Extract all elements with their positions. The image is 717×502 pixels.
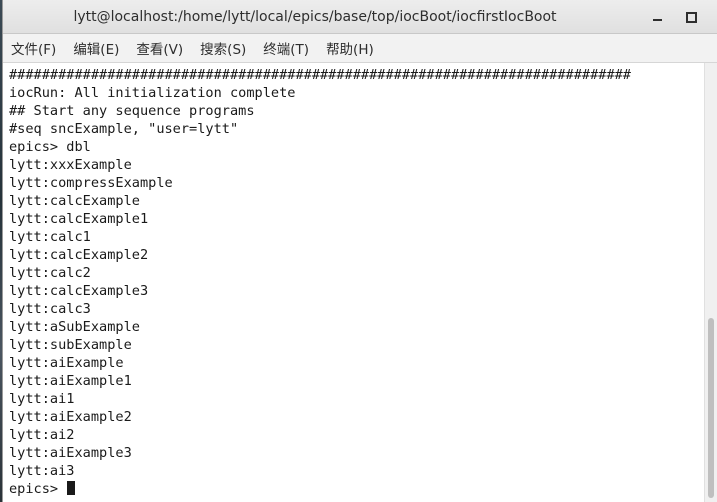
menu-file[interactable]: 文件(F) (11, 38, 56, 58)
terminal-line: lytt:aiExample2 (9, 409, 132, 425)
terminal-line: lytt:aSubExample (9, 319, 140, 335)
terminal-line: lytt:calc3 (9, 301, 91, 317)
terminal-line: lytt:aiExample1 (9, 373, 132, 389)
minimize-button[interactable] (647, 7, 667, 27)
terminal-line: lytt:calcExample (9, 193, 140, 209)
terminal-line: lytt:ai3 (9, 463, 75, 479)
terminal-line: lytt:compressExample (9, 175, 173, 191)
terminal-line: lytt:aiExample (9, 355, 124, 371)
terminal-line: #seq sncExample, "user=lytt" (9, 121, 239, 137)
terminal-line: lytt:aiExample3 (9, 445, 132, 461)
menu-help[interactable]: 帮助(H) (326, 38, 374, 58)
terminal-line: lytt:calcExample3 (9, 283, 149, 299)
terminal-line: lytt:xxxExample (9, 157, 132, 173)
terminal-line: iocRun: All initialization complete (9, 85, 296, 101)
terminal-window: lytt@localhost:/home/lytt/local/epics/ba… (2, 0, 717, 502)
terminal-prompt-line[interactable]: epics> (9, 480, 704, 498)
terminal-line: lytt:calc2 (9, 265, 91, 281)
window-title: lytt@localhost:/home/lytt/local/epics/ba… (73, 9, 557, 25)
terminal-line: epics> dbl (9, 139, 91, 155)
maximize-icon (685, 11, 697, 23)
terminal-line: lytt:ai2 (9, 427, 75, 443)
menu-bar: 文件(F) 编辑(E) 查看(V) 搜索(S) 终端(T) 帮助(H) (3, 34, 717, 63)
terminal-line: lytt:ai1 (9, 391, 75, 407)
terminal-line: lytt:calcExample1 (9, 211, 149, 227)
terminal-line: lytt:calc1 (9, 229, 91, 245)
menu-terminal[interactable]: 终端(T) (263, 38, 309, 58)
terminal-line: lytt:calcExample2 (9, 247, 149, 263)
text-cursor (67, 481, 76, 495)
title-bar[interactable]: lytt@localhost:/home/lytt/local/epics/ba… (3, 0, 717, 34)
terminal-line: ## Start any sequence programs (9, 103, 255, 119)
menu-view[interactable]: 查看(V) (136, 38, 183, 58)
minimize-icon (652, 19, 662, 21)
scrollbar-thumb[interactable] (708, 318, 714, 498)
terminal-prompt: epics> (9, 481, 67, 497)
maximize-button[interactable] (681, 7, 701, 27)
vertical-scrollbar[interactable] (704, 63, 717, 502)
terminal-line: ########################################… (9, 67, 631, 83)
menu-edit[interactable]: 编辑(E) (73, 38, 119, 58)
terminal-line: lytt:subExample (9, 337, 132, 353)
menu-search[interactable]: 搜索(S) (200, 38, 246, 58)
terminal-output[interactable]: ########################################… (3, 63, 704, 502)
